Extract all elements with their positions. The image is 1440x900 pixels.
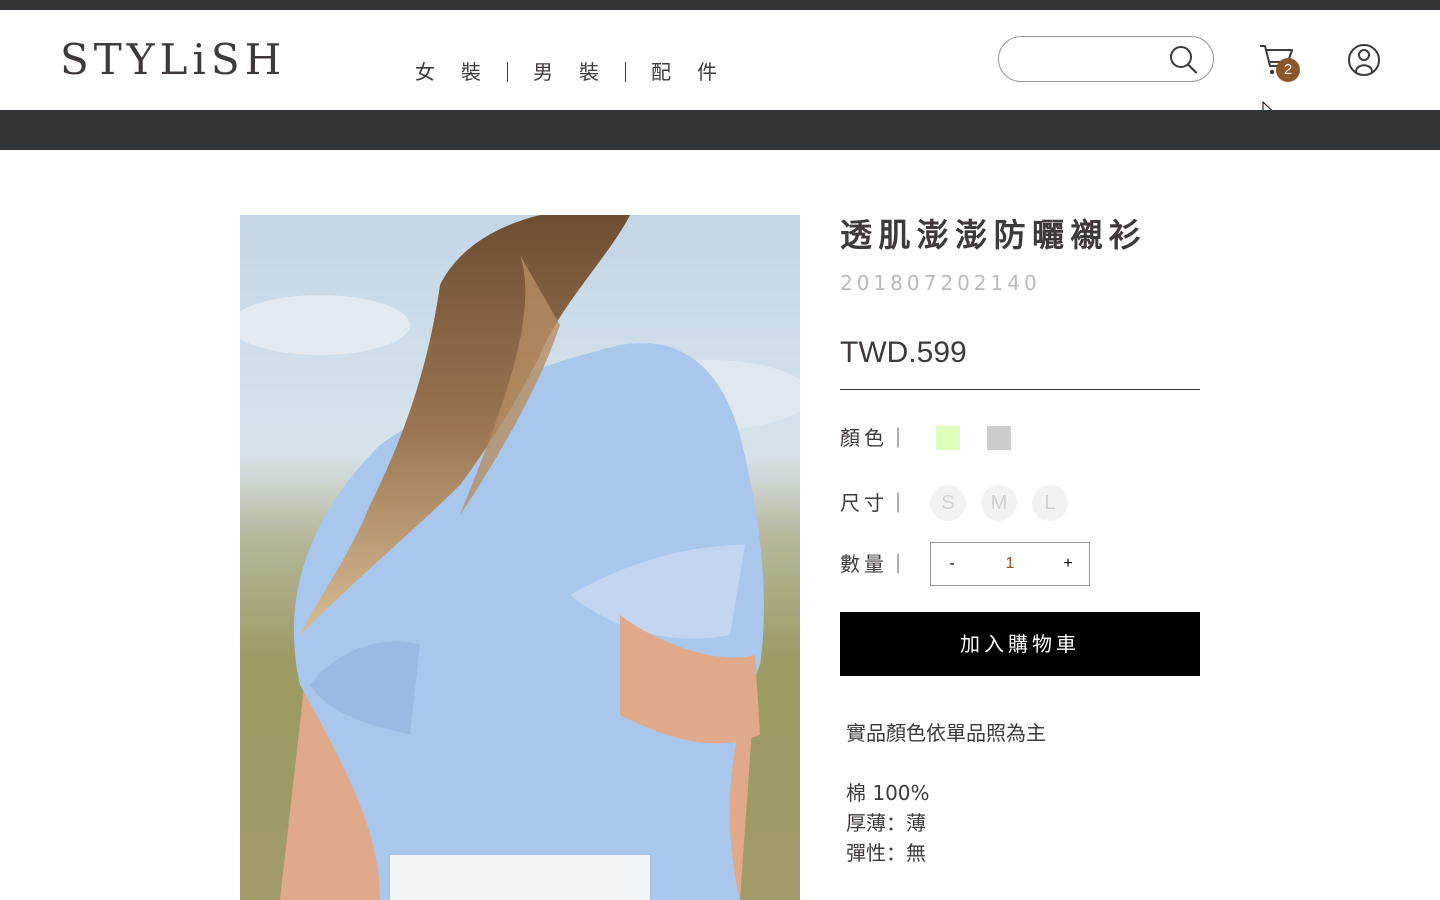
note-line: 棉 100% — [846, 781, 930, 805]
nav-item-accessories[interactable]: 配件 — [636, 58, 743, 86]
note-spacer — [846, 748, 1046, 778]
product-detail: 透肌澎澎防曬襯衫 201807202140 TWD.599 顏色｜ 尺寸｜ S … — [840, 215, 1200, 865]
nav-item-men[interactable]: 男裝 — [518, 58, 625, 86]
size-row: 尺寸｜ S M L — [840, 485, 1083, 521]
quantity-increase-button[interactable]: + — [1061, 555, 1075, 573]
quantity-value[interactable]: 1 — [990, 555, 1030, 573]
quantity-decrease-button[interactable]: - — [945, 555, 959, 573]
note-line: 厚薄：薄 — [846, 811, 926, 835]
search-input[interactable] — [1019, 47, 1159, 71]
cart-count-badge: 2 — [1276, 58, 1300, 82]
add-to-cart-button[interactable]: 加入購物車 — [840, 612, 1200, 676]
nav-item-women[interactable]: 女裝 — [400, 58, 507, 86]
header-band — [0, 110, 1440, 150]
product-notes: 實品顏色依單品照為主 棉 100% 厚薄：薄 彈性：無 — [846, 718, 1046, 868]
search-icon[interactable] — [1167, 44, 1199, 76]
color-swatch-gray[interactable] — [987, 426, 1011, 450]
product-price: TWD.599 — [840, 335, 1200, 390]
member-button[interactable] — [1346, 42, 1382, 78]
product-title: 透肌澎澎防曬襯衫 — [840, 216, 1148, 254]
product-main-image — [240, 215, 800, 900]
note-line: 實品顏色依單品照為主 — [846, 721, 1046, 745]
site-logo[interactable]: STYLiSH — [60, 36, 286, 84]
quantity-row: 數量｜ - 1 + — [840, 542, 1090, 586]
color-swatch-green[interactable] — [936, 426, 960, 450]
search-box — [998, 36, 1214, 82]
color-row: 顏色｜ — [840, 426, 1032, 450]
size-label: 尺寸｜ — [840, 491, 912, 515]
size-option-s[interactable]: S — [930, 485, 966, 521]
top-stripe — [0, 0, 1440, 10]
quantity-label: 數量｜ — [840, 552, 912, 576]
note-line: 彈性：無 — [846, 841, 926, 865]
nav-divider — [625, 62, 626, 82]
color-label: 顏色｜ — [840, 426, 912, 450]
user-icon — [1348, 44, 1380, 76]
size-option-m[interactable]: M — [981, 485, 1017, 521]
size-option-l[interactable]: L — [1032, 485, 1068, 521]
site-header: STYLiSH 女裝 男裝 配件 2 — [0, 10, 1440, 110]
cart-button[interactable]: 2 — [1258, 42, 1302, 86]
quantity-stepper: - 1 + — [930, 542, 1090, 586]
main-nav: 女裝 男裝 配件 — [400, 58, 743, 86]
nav-divider — [507, 62, 508, 82]
product-sku: 201807202140 — [840, 271, 1041, 295]
